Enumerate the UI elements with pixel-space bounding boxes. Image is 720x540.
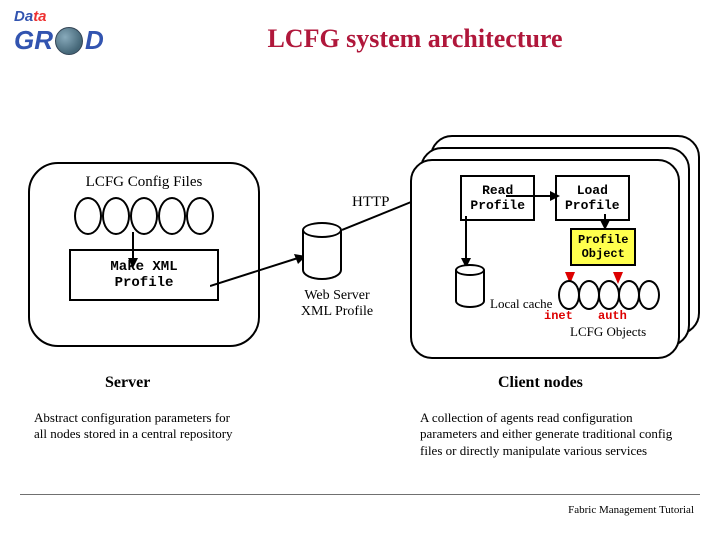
server-description: Abstract configuration parameters for al… [34,410,244,443]
lcfg-object-oval-icon [618,280,640,310]
lcfg-object-oval-icon [638,280,660,310]
lcfg-objects-icons [560,280,660,310]
client-section-label: Client nodes [498,374,583,392]
profile-object-box: ProfileObject [570,228,636,266]
config-files-icons [42,197,246,235]
client-description: A collection of agents read configuratio… [420,410,690,459]
datagrid-logo: Data GRD [14,8,109,58]
arrow-files-to-makexml [108,232,158,272]
logo-text-1: Da [14,8,33,25]
logo-grid-text: GRD [14,25,109,56]
lcfg-object-oval-icon [558,280,580,310]
server-box-heading: LCFG Config Files [42,174,246,191]
logo-text-2: ta [33,8,46,25]
file-oval-icon [130,197,158,235]
inet-label: inet [544,309,573,323]
lcfg-object-oval-icon [598,280,620,310]
file-oval-icon [186,197,214,235]
footer-text: Fabric Management Tutorial [568,504,694,516]
lcfg-objects-label: LCFG Objects [570,324,646,340]
web-server-cylinder-icon [302,222,342,280]
slide-title: LCFG system architecture [150,24,680,54]
web-server-label: Web ServerXML Profile [282,288,392,320]
arrow-read-to-load [506,186,566,206]
auth-label: auth [598,309,627,323]
file-oval-icon [158,197,186,235]
server-section-label: Server [105,374,150,392]
file-oval-icon [102,197,130,235]
local-cache-cylinder-icon [455,264,485,308]
footer-divider [20,494,700,495]
lcfg-object-oval-icon [578,280,600,310]
file-oval-icon [74,197,102,235]
globe-icon [55,27,83,55]
